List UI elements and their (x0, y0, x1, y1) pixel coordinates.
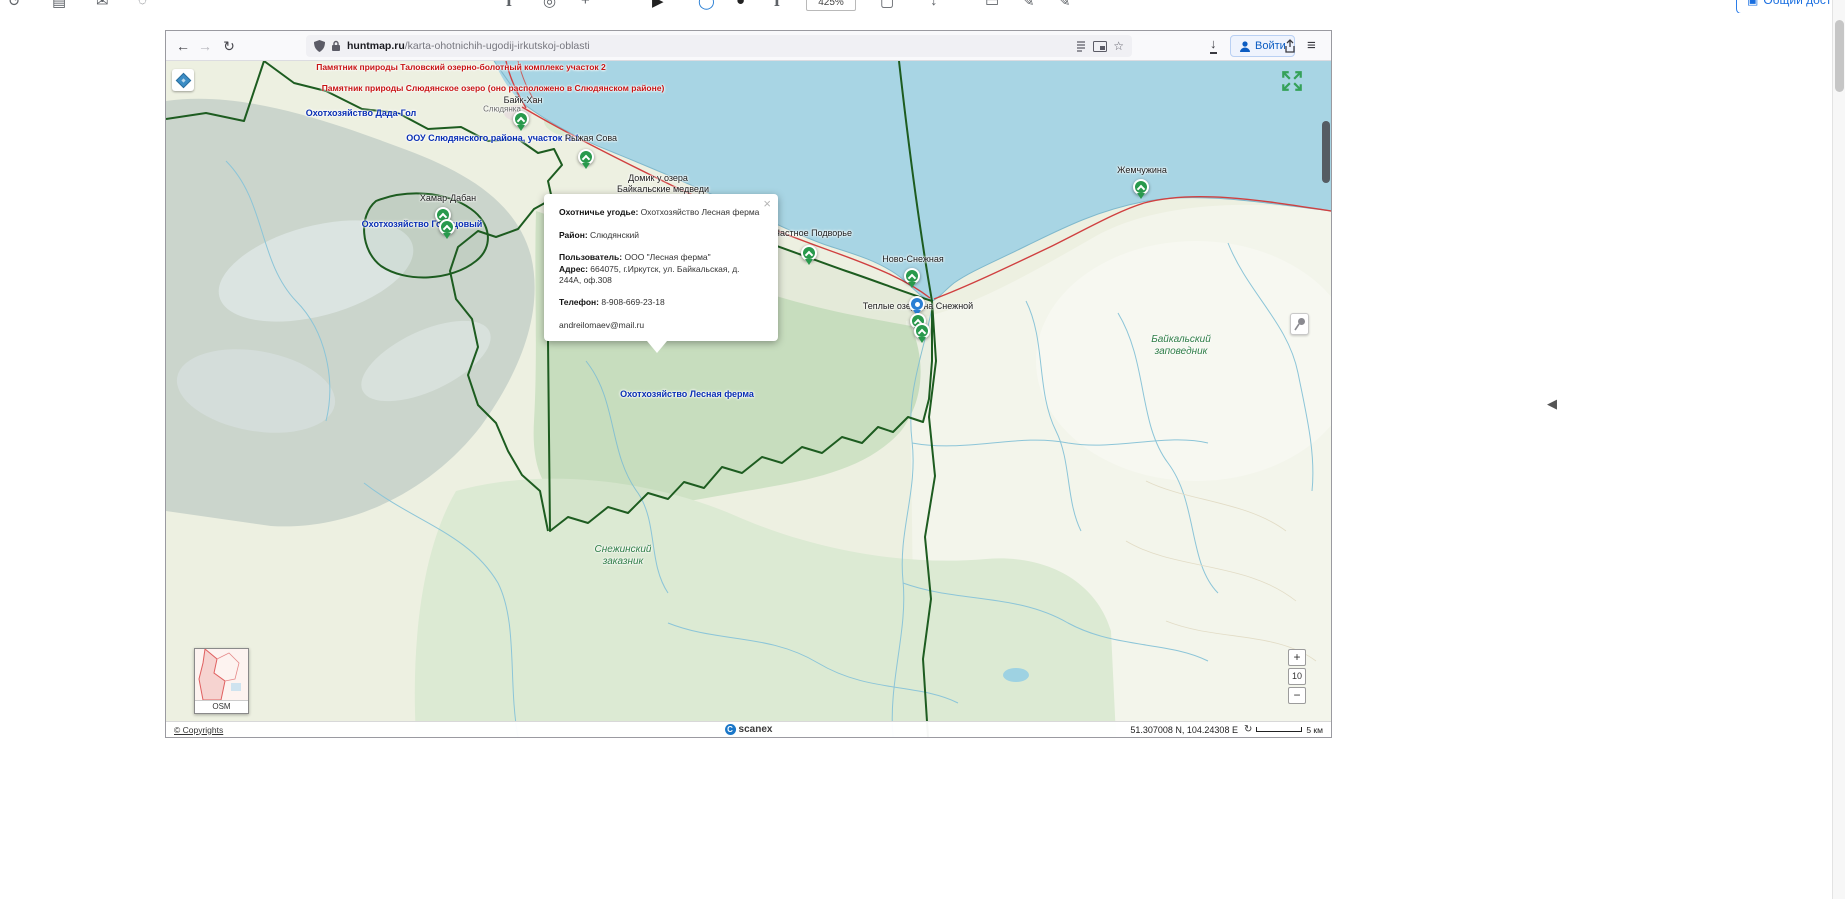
popup-field: Охотничье угодье: Охотхозяйство Лесная ф… (559, 207, 763, 218)
hunting-ground-marker[interactable] (578, 149, 594, 165)
pen-icon[interactable]: ✎ (1022, 0, 1035, 10)
hunting-ground-marker[interactable] (914, 323, 930, 339)
menu-icon[interactable]: ≡ (1307, 31, 1316, 61)
pushpin-icon (1293, 316, 1307, 332)
downloads-icon[interactable]: ↓ (1210, 37, 1217, 54)
hunting-ground-marker[interactable] (904, 268, 920, 284)
attribution-right-group: 51.307008 N, 104.24308 E ↻ 5 км (1130, 724, 1323, 735)
popup-field: Адрес: 664075, г.Иркутск, ул. Байкальска… (559, 264, 763, 285)
account-icon (1239, 40, 1251, 52)
share-access-label: Общий дост (1763, 0, 1831, 7)
arrow-down-icon[interactable]: ↓ (930, 0, 938, 9)
popup-field: Район: Слюдянский (559, 230, 763, 241)
print-icon[interactable]: ▤ (52, 0, 66, 10)
layers-icon (175, 72, 191, 88)
login-label: Войти (1255, 40, 1286, 52)
scanex-logo[interactable]: C scanex (725, 724, 773, 735)
minimap-layer-label[interactable]: OSM (195, 700, 248, 713)
fullscreen-button[interactable] (1280, 69, 1304, 93)
popup-field: Пользователь: ООО "Лесная ферма" (559, 252, 763, 263)
popup-body: Охотничье угодье: Охотхозяйство Лесная ф… (544, 194, 778, 350)
add-icon[interactable]: + (581, 0, 590, 9)
scrollbar-thumb[interactable] (1835, 20, 1844, 92)
picture-in-picture-icon[interactable] (1093, 41, 1107, 52)
scanex-label: scanex (739, 724, 773, 735)
collapse-panel-arrow[interactable]: ◀ (1547, 396, 1557, 412)
mail-icon[interactable]: ✉ (96, 0, 109, 10)
popup-field: Телефон: 8-908-669-23-18 (559, 297, 763, 308)
ring-blue-icon[interactable]: ◯ (698, 0, 715, 10)
scanex-icon: C (725, 724, 736, 735)
app-zoom-select[interactable]: 425% (806, 0, 856, 11)
popup-field: andreilomaev@mail.ru (559, 320, 763, 331)
hunting-ground-marker[interactable] (439, 219, 455, 235)
expand-arrows-icon (1280, 69, 1304, 93)
zoom-control: + 10 − (1288, 649, 1306, 706)
copyrights-link[interactable]: © Copyrights (174, 725, 223, 735)
forward-button[interactable]: → (194, 31, 216, 61)
browser-toolbar: ← → ↻ huntmap.ru/karta-ohotnichih-ugodij… (166, 31, 1331, 61)
selected-marker[interactable] (909, 296, 925, 312)
popup-close-button[interactable]: × (763, 196, 771, 211)
reload-button[interactable]: ↻ (218, 31, 240, 61)
minimap-image (195, 649, 248, 700)
layers-button[interactable] (172, 69, 194, 91)
url-bar[interactable]: huntmap.ru/karta-ohotnichih-ugodij-irkut… (306, 35, 1132, 57)
pin-button[interactable] (1290, 313, 1309, 335)
hunting-ground-marker[interactable] (513, 111, 529, 127)
back-button[interactable]: ← (172, 31, 194, 61)
comment-icon[interactable]: ▭ (985, 0, 999, 10)
url-text[interactable]: huntmap.ru/karta-ohotnichih-ugodij-irkut… (347, 40, 1069, 52)
reader-mode-icon[interactable] (1075, 40, 1087, 52)
dot-dark-icon[interactable]: ● (736, 0, 745, 9)
coordinates-readout: 51.307008 N, 104.24308 E (1130, 725, 1238, 735)
app-toolbar: 425% ▣ Общий дост ↺ ▤ ✉ ◌ ℹ ◎ + ▶ ◯ ● ℹ ▢ ↓ ▭ ✎ ✎ (0, 0, 1845, 13)
minimap[interactable]: OSM (194, 648, 249, 714)
lock-icon[interactable] (331, 40, 341, 52)
scale-label: 5 км (1306, 725, 1323, 735)
map-viewport[interactable]: Памятник природы Таловский озерно-болотн… (166, 61, 1331, 737)
zoom-out-button[interactable]: − (1288, 687, 1306, 704)
hunting-ground-marker[interactable] (1133, 179, 1149, 195)
highlighter-icon[interactable]: ✎ (1058, 0, 1071, 10)
bookmark-star-icon[interactable]: ☆ (1113, 40, 1124, 52)
crop-icon[interactable]: ▢ (880, 0, 894, 10)
browser-window: ← → ↻ huntmap.ru/karta-ohotnichih-ugodij… (165, 30, 1332, 738)
page-share-icon[interactable] (1284, 39, 1296, 58)
share-access-icon: ▣ (1747, 0, 1758, 7)
map-popup: × Охотничье угодье: Охотхозяйство Лесная… (544, 194, 778, 341)
shield-icon[interactable] (314, 40, 325, 52)
cursor-icon[interactable]: ▶ (652, 0, 664, 10)
undo-icon[interactable]: ↺ (8, 0, 21, 10)
browser-scrollbar-thumb[interactable] (1322, 121, 1330, 183)
zoom-level-value: 10 (1288, 668, 1306, 685)
search-icon[interactable]: ◌ (138, 0, 147, 9)
info2-icon[interactable]: ℹ (774, 0, 780, 10)
url-domain: huntmap.ru (347, 40, 405, 52)
url-path: /karta-ohotnichih-ugodij-irkutskoj-oblas… (405, 40, 590, 52)
popup-tail (647, 341, 667, 363)
map-markers-layer (166, 61, 1331, 737)
refresh-icon[interactable]: ↻ (1244, 724, 1252, 735)
app-scrollbar[interactable] (1832, 0, 1845, 899)
share-access-button[interactable]: ▣ Общий дост (1736, 0, 1842, 13)
hunting-ground-marker[interactable] (801, 245, 817, 261)
info-icon[interactable]: ℹ (506, 0, 512, 10)
target-icon[interactable]: ◎ (543, 0, 556, 10)
zoom-in-button[interactable]: + (1288, 649, 1306, 666)
scale-bar (1256, 727, 1302, 732)
map-attribution-bar: © Copyrights C scanex 51.307008 N, 104.2… (166, 721, 1331, 737)
